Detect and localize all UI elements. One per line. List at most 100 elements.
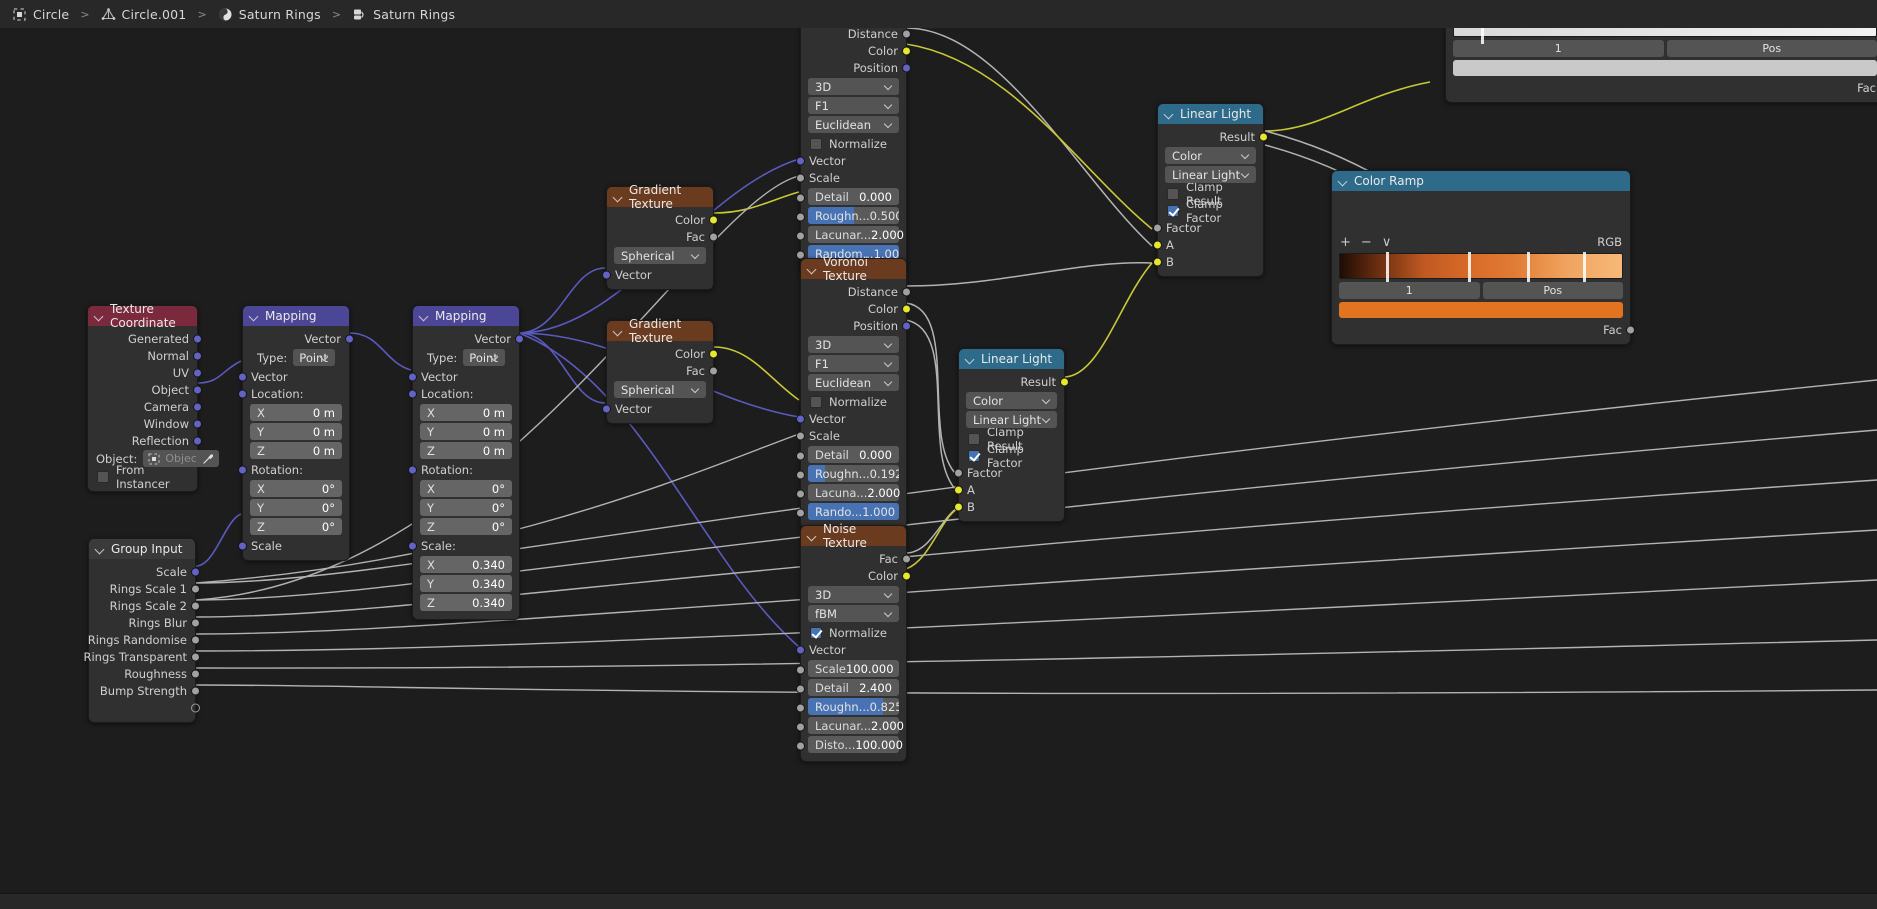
output-result[interactable]: Result [1158,128,1268,145]
socket-bump-strength[interactable] [191,686,200,695]
socket-vector[interactable] [796,414,805,423]
gradient-type-dropdown[interactable]: Spherical [614,381,706,398]
breadcrumb-item-mesh[interactable]: Circle.001 [97,7,191,22]
output-vector[interactable]: Vector [243,330,354,347]
socket-scale[interactable] [238,541,247,550]
socket-roughness[interactable] [191,669,200,678]
node-header[interactable]: Noise Texture [801,522,906,550]
node-voronoi-texture-2[interactable]: Voronoi Texture Distance Color Position … [796,255,911,529]
data-type-dropdown[interactable]: Color [966,392,1057,409]
output-fac[interactable]: Fac [607,228,718,245]
scale-y[interactable]: Y 0.340 [420,575,512,592]
socket-virtual[interactable] [191,703,200,712]
location-x[interactable]: X0 m [250,404,342,421]
node-gradient-texture-1[interactable]: Gradient Texture Color Fac Spherical Vec… [602,183,718,290]
output-fac[interactable]: Fac [1332,321,1635,338]
location-z[interactable]: Z0 m [250,442,342,459]
ramp-stop[interactable] [1526,252,1531,282]
socket-b[interactable] [1153,257,1162,266]
socket-color[interactable] [709,349,718,358]
socket-window[interactable] [193,419,202,428]
output-reflection[interactable]: Reflection [88,432,202,449]
node-header[interactable]: Group Input [89,539,195,559]
input-rotation[interactable]: Rotation: [238,461,349,478]
node-gradient-texture-2[interactable]: Gradient Texture Color Fac Spherical Vec… [602,317,718,424]
ramp-stop[interactable] [1480,28,1485,44]
output-rings-scale-1[interactable]: Rings Scale 1 [89,580,200,597]
input-factor[interactable]: Factor [1153,219,1263,236]
add-stop-button[interactable]: + [1340,236,1351,249]
from-instancer-checkbox[interactable] [97,470,109,483]
socket-vector[interactable] [796,645,805,654]
param-roughness[interactable]: Roughn... 0.500 [808,207,899,224]
socket-vector-in[interactable] [408,372,417,381]
feature-dropdown[interactable]: F1 [808,355,899,372]
node-canvas[interactable]: Texture Coordinate Generated Normal UV O… [0,28,1877,909]
input-vector[interactable]: Vector [238,368,349,385]
node-mapping-1[interactable]: Mapping Vector Type: Point Vector Locati… [238,305,354,561]
param-lacunarity[interactable]: Lacunar... 2.000 [808,717,904,734]
socket-object[interactable] [193,385,202,394]
socket-vector[interactable] [796,156,805,165]
input-rotation[interactable]: Rotation: [408,461,519,478]
param-roughness[interactable]: Roughn... 0.825 [808,698,899,715]
node-header[interactable]: Gradient Texture [607,183,713,211]
chevron-down-icon[interactable] [614,327,623,336]
normalize-row[interactable]: Normalize [801,624,906,641]
output-roughness[interactable]: Roughness [89,665,200,682]
input-vector[interactable]: Vector [602,266,713,283]
ramp-menu-button[interactable]: ∨ [1382,236,1392,249]
output-generated[interactable]: Generated [88,330,202,347]
node-header[interactable]: Gradient Texture [607,317,713,345]
output-position[interactable]: Position [801,59,911,76]
type-dropdown[interactable]: Point [293,349,335,366]
socket-distance[interactable] [902,287,911,296]
input-scale[interactable]: Scale [796,169,906,186]
socket-rings-scale-2[interactable] [191,601,200,610]
socket-result[interactable] [1060,377,1069,386]
socket-randomness[interactable] [796,508,805,518]
output-color[interactable]: Color [607,211,718,228]
chevron-down-icon[interactable] [96,545,105,554]
socket-color[interactable] [709,215,718,224]
param-randomness[interactable]: Random...1.000 [808,245,899,262]
socket-fac[interactable] [709,366,718,375]
socket-position[interactable] [902,63,911,72]
gradient-type-dropdown[interactable]: Spherical [614,247,706,264]
chevron-down-icon[interactable] [808,532,817,541]
clamp-result-checkbox[interactable] [968,432,980,445]
normalize-checkbox[interactable] [810,626,822,639]
input-b[interactable]: B [1153,253,1263,270]
normalize-checkbox[interactable] [810,395,822,408]
socket-color[interactable] [902,46,911,55]
position-label[interactable]: Pos [1482,282,1623,299]
output-distance[interactable]: Distance [801,28,911,42]
chevron-down-icon[interactable] [966,355,975,364]
chevron-down-icon[interactable] [420,312,429,321]
param-distortion[interactable]: Disto... 100.000 [808,736,903,753]
param-detail[interactable]: Detail 0.000 [808,446,899,463]
socket-position[interactable] [902,321,911,330]
socket-factor[interactable] [1153,223,1162,232]
output-fac[interactable]: Fac [607,362,718,379]
socket-lacunarity[interactable] [796,231,805,241]
socket-color[interactable] [902,571,911,580]
socket-rotation[interactable] [408,465,417,474]
output-virtual[interactable] [89,699,200,716]
rotation-x[interactable]: X 0° [420,480,512,497]
metric-dropdown[interactable]: Euclidean [808,116,899,133]
node-linear-light-2[interactable]: Linear Light Result Color Linear Light C… [954,348,1069,522]
output-rings-scale-2[interactable]: Rings Scale 2 [89,597,200,614]
socket-detail[interactable] [796,451,805,461]
output-rings-randomise[interactable]: Rings Randomise [88,631,200,648]
socket-vector-out[interactable] [345,334,354,343]
scale-x[interactable]: X 0.340 [420,556,512,573]
socket-rings-scale-1[interactable] [191,584,200,593]
socket-a[interactable] [1153,240,1162,249]
location-z[interactable]: Z0 m [420,442,512,459]
param-scale[interactable]: Scale 100.000 [808,660,899,677]
clamp-factor-row[interactable]: Clamp Factor [1158,197,1263,225]
input-a[interactable]: A [954,481,1064,498]
socket-fac[interactable] [902,554,911,563]
node-voronoi-texture-1[interactable]: Voronoi Texture Distance Color Position … [796,28,911,271]
